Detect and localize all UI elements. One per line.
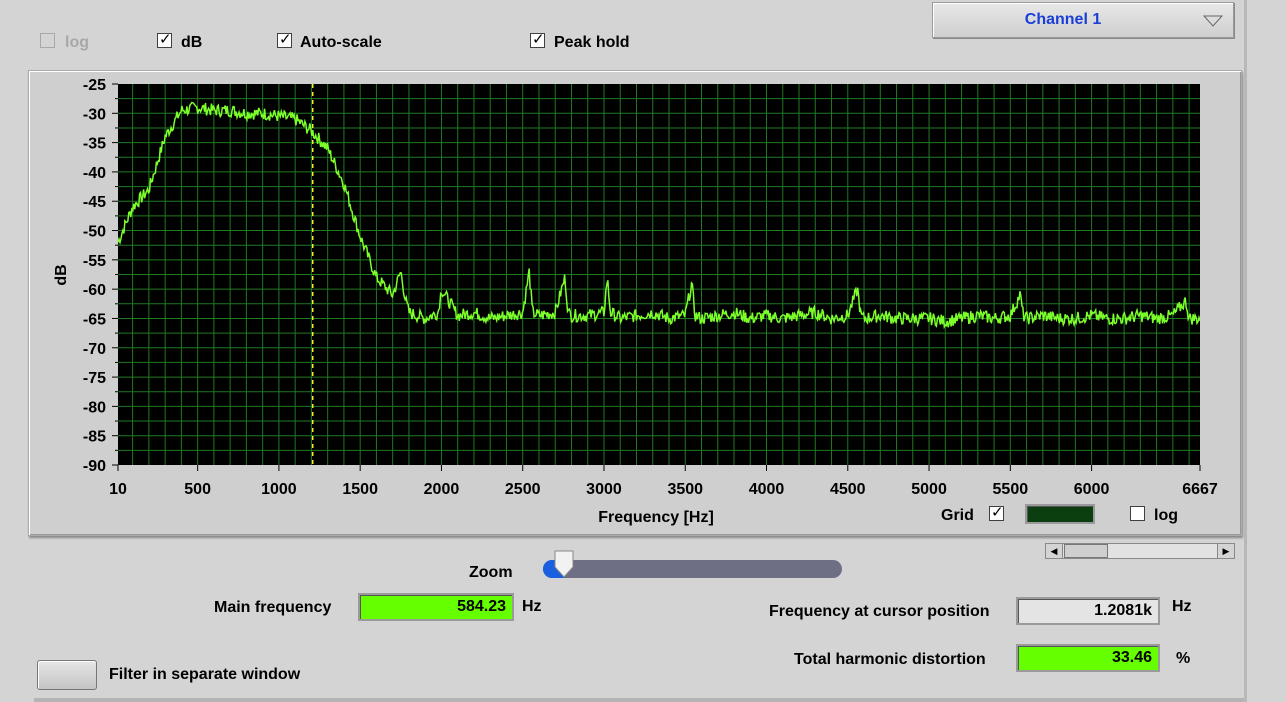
x-scrollbar[interactable]: ◀ ▶ xyxy=(1045,543,1235,559)
x-tick-label: 3000 xyxy=(586,481,622,498)
db-checkbox[interactable]: ✓ xyxy=(157,31,172,48)
y-tick-label: -60 xyxy=(83,282,106,299)
plot-log-label: log xyxy=(1154,507,1178,524)
arrow-left-icon: ◀ xyxy=(1050,546,1058,556)
scroll-right-button[interactable]: ▶ xyxy=(1217,544,1234,558)
filter-window-button[interactable] xyxy=(37,660,97,690)
x-tick-label: 10 xyxy=(109,481,127,498)
x-tick-label: 1500 xyxy=(342,481,378,498)
autoscale-checkbox-label: Auto-scale xyxy=(300,34,382,51)
cursor-frequency-unit: Hz xyxy=(1172,598,1192,615)
y-axis-label: dB xyxy=(53,264,70,285)
y-tick-label: -75 xyxy=(83,370,106,387)
thd-field: 33.46 xyxy=(1016,644,1160,672)
chevron-down-icon xyxy=(1203,15,1223,27)
thd-unit: % xyxy=(1176,650,1191,667)
y-tick-label: -65 xyxy=(83,311,106,328)
main-frequency-field: 584.23 xyxy=(358,593,514,621)
x-tick-label: 500 xyxy=(184,481,211,498)
y-tick-label: -25 xyxy=(83,77,106,94)
zoom-slider-thumb[interactable] xyxy=(553,549,575,579)
main-frequency-unit: Hz xyxy=(522,598,542,615)
checkmark-icon: ✓ xyxy=(991,504,1004,521)
y-tick-label: -50 xyxy=(83,224,106,241)
y-tick-label: -40 xyxy=(83,165,106,182)
panel-divider xyxy=(34,698,1244,702)
grid-checkbox[interactable]: ✓ xyxy=(989,504,1004,521)
scroll-thumb[interactable] xyxy=(1064,544,1108,558)
zoom-label: Zoom xyxy=(469,564,513,581)
log-checkbox[interactable] xyxy=(40,33,55,48)
x-tick-label: 3500 xyxy=(667,481,703,498)
cursor-frequency-field: 1.2081k xyxy=(1016,597,1160,625)
cursor-frequency-label: Frequency at cursor position xyxy=(769,603,990,620)
y-tick-label: -45 xyxy=(83,194,106,211)
checkmark-icon: ✓ xyxy=(532,31,545,48)
db-checkbox-label: dB xyxy=(181,34,203,51)
arrow-right-icon: ▶ xyxy=(1222,546,1230,556)
x-tick-label: 6667 xyxy=(1182,481,1218,498)
y-tick-label: -30 xyxy=(83,106,106,123)
x-tick-label: 1000 xyxy=(261,481,297,498)
x-tick-label: 5000 xyxy=(911,481,947,498)
y-tick-label: -70 xyxy=(83,341,106,358)
channel-select[interactable]: Channel 1 xyxy=(932,2,1234,38)
checkmark-icon: ✓ xyxy=(159,31,172,48)
spectrum-chart[interactable]: 10 500 1000 1500 2000 2500 3000 3500 4000 4500 500… xyxy=(28,70,1242,536)
x-tick-labels: 10 500 1000 1500 2000 2500 3000 3500 4000 4500 500… xyxy=(109,481,1218,498)
peakhold-checkbox-label: Peak hold xyxy=(554,34,630,51)
x-tick-label: 4000 xyxy=(749,481,785,498)
x-tick-label: 4500 xyxy=(830,481,866,498)
log-checkbox-label: log xyxy=(65,34,89,51)
x-tick-label: 2500 xyxy=(505,481,541,498)
scroll-left-button[interactable]: ◀ xyxy=(1046,544,1063,558)
y-tick-label: -85 xyxy=(83,429,106,446)
channel-select-value: Channel 1 xyxy=(1024,11,1102,28)
autoscale-checkbox[interactable]: ✓ xyxy=(277,31,292,48)
filter-window-label: Filter in separate window xyxy=(109,666,301,683)
plot-log-checkbox[interactable] xyxy=(1130,506,1145,521)
y-tick-label: -55 xyxy=(83,253,106,270)
thd-label: Total harmonic distortion xyxy=(794,651,986,668)
y-tick-labels: -25 -30 -35 -40 -45 -50 -55 -60 -65 -70 -75 -80 -85 -… xyxy=(83,77,106,475)
checkmark-icon: ✓ xyxy=(279,31,292,48)
x-axis-label: Frequency [Hz] xyxy=(598,509,714,526)
x-tick-label: 2000 xyxy=(424,481,460,498)
main-frequency-label: Main frequency xyxy=(214,599,332,616)
x-tick-label: 5500 xyxy=(993,481,1029,498)
zoom-slider[interactable] xyxy=(543,560,842,578)
y-tick-label: -90 xyxy=(83,458,106,475)
grid-color-picker[interactable] xyxy=(1025,504,1095,524)
y-tick-label: -80 xyxy=(83,399,106,416)
x-tick-label: 6000 xyxy=(1074,481,1110,498)
grid-label: Grid xyxy=(941,507,974,524)
peakhold-checkbox[interactable]: ✓ xyxy=(530,31,545,48)
y-tick-label: -35 xyxy=(83,136,106,153)
panel-right-border xyxy=(1244,0,1247,702)
